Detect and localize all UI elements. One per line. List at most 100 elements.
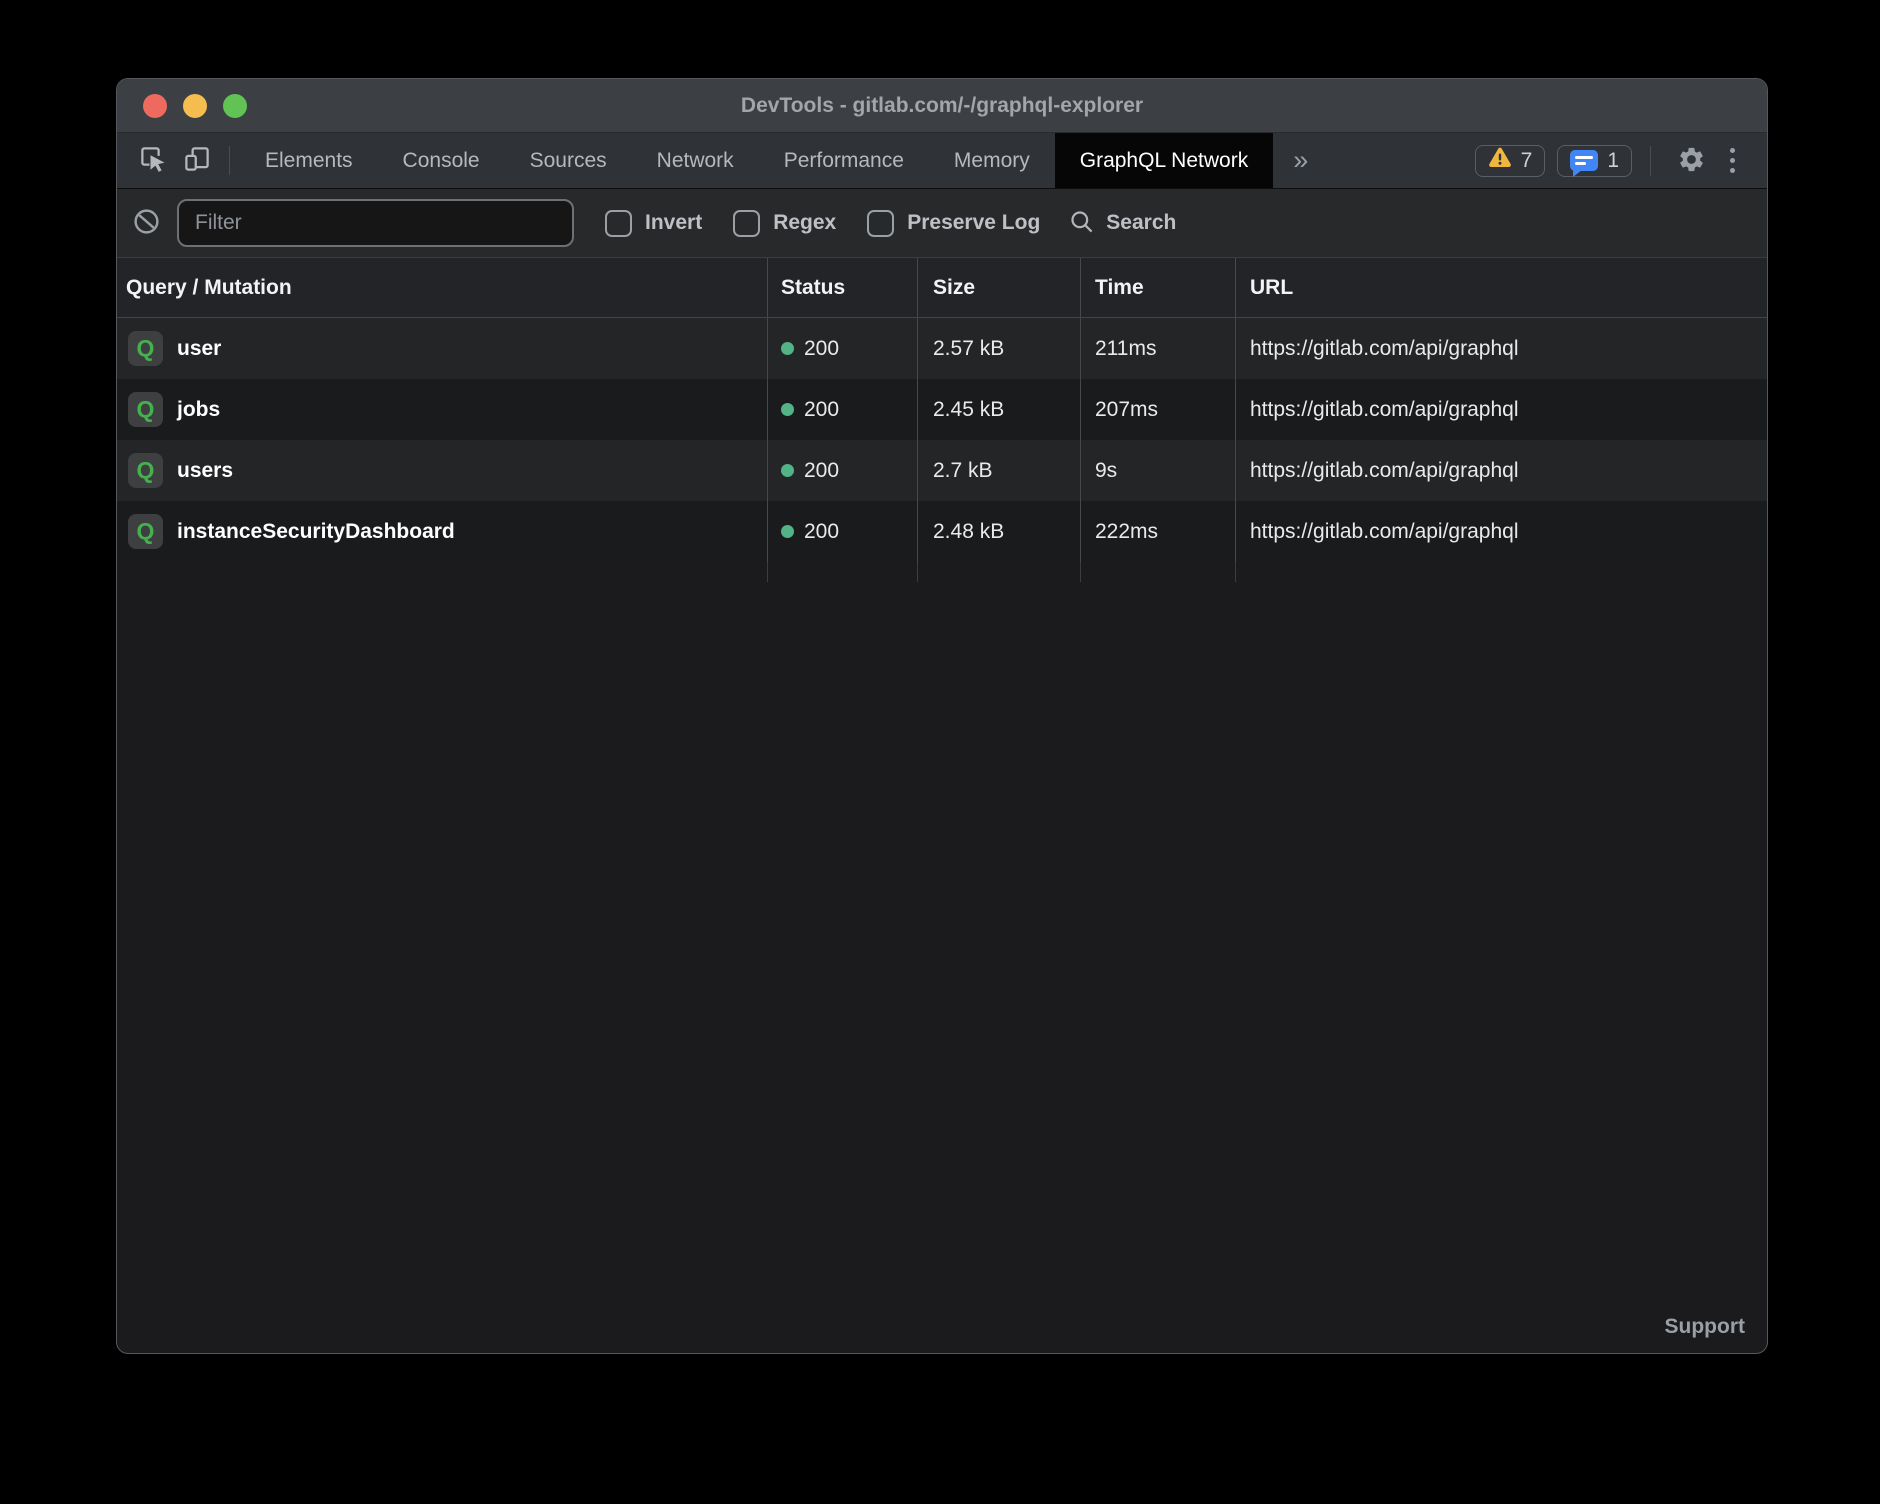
device-toolbar-icon: [182, 144, 212, 177]
filter-input[interactable]: [177, 199, 574, 247]
table-row[interactable]: Qjobs 200 2.45 kB207mshttps://gitlab.com/a…: [117, 379, 1767, 440]
status-code: 200: [804, 520, 839, 544]
time-cell: 222ms: [1081, 501, 1236, 562]
query-type-badge: Q: [128, 392, 163, 427]
status-code: 200: [804, 459, 839, 483]
query-cell: Qjobs: [117, 379, 768, 440]
size-cell: 2.48 kB: [918, 501, 1081, 562]
query-type-badge: Q: [128, 514, 163, 549]
query-name: users: [177, 459, 233, 483]
warning-icon: [1488, 147, 1512, 175]
status-ok-dot: [781, 525, 794, 538]
url-cell: https://gitlab.com/api/graphql: [1236, 501, 1767, 562]
column-header-size: Size: [918, 258, 1081, 317]
tab-memory[interactable]: Memory: [929, 133, 1055, 188]
zoom-window-button[interactable]: [223, 94, 247, 118]
status-ok-dot: [781, 342, 794, 355]
search-button[interactable]: Search: [1068, 208, 1176, 238]
invert-checkbox[interactable]: [605, 210, 632, 237]
kebab-menu-icon: [1730, 148, 1735, 173]
status-code: 200: [804, 337, 839, 361]
invert-label[interactable]: Invert: [645, 211, 702, 235]
empty-panel-area: Support: [117, 582, 1767, 1353]
gear-icon: [1677, 145, 1706, 177]
titlebar: DevTools - gitlab.com/-/graphql-explorer: [117, 79, 1767, 133]
status-ok-dot: [781, 403, 794, 416]
tab-sources[interactable]: Sources: [505, 133, 632, 188]
search-icon: [1068, 208, 1095, 238]
invert-filter-group: Invert: [605, 210, 702, 237]
issues-count: 1: [1607, 149, 1619, 173]
query-name: instanceSecurityDashboard: [177, 520, 455, 544]
tab-console[interactable]: Console: [378, 133, 505, 188]
close-window-button[interactable]: [143, 94, 167, 118]
device-toolbar-button[interactable]: [175, 133, 219, 188]
tab-performance[interactable]: Performance: [759, 133, 929, 188]
table-header: Query / Mutation Status Size Time URL: [117, 258, 1767, 318]
requests-table: Query / Mutation Status Size Time URL Qu…: [117, 258, 1767, 1353]
preserve-log-checkbox[interactable]: [867, 210, 894, 237]
status-ok-dot: [781, 464, 794, 477]
query-name: jobs: [177, 398, 220, 422]
minimize-window-button[interactable]: [183, 94, 207, 118]
window-title: DevTools - gitlab.com/-/graphql-explorer: [741, 94, 1143, 118]
status-cell: 200: [768, 501, 918, 562]
devtools-tabbar: ElementsConsoleSourcesNetworkPerformance…: [117, 133, 1767, 189]
column-header-time: Time: [1081, 258, 1236, 317]
inspect-cursor-icon: [138, 144, 168, 177]
status-cell: 200: [768, 440, 918, 501]
clear-requests-button[interactable]: [130, 207, 162, 239]
time-cell: 207ms: [1081, 379, 1236, 440]
settings-button[interactable]: [1665, 145, 1718, 177]
table-body: Quser2002.57 kB211mshttps://gitlab.com/a…: [117, 318, 1767, 562]
network-filter-bar: Invert Regex Preserve Log Search: [117, 189, 1767, 258]
url-cell: https://gitlab.com/api/graphql: [1236, 440, 1767, 501]
tab-graphql-network[interactable]: GraphQL Network: [1055, 133, 1273, 188]
preserve-log-label[interactable]: Preserve Log: [907, 211, 1040, 235]
query-cell: Qusers: [117, 440, 768, 501]
size-cell: 2.45 kB: [918, 379, 1081, 440]
status-cell: 200: [768, 379, 918, 440]
traffic-lights: [143, 79, 247, 132]
query-type-badge: Q: [128, 453, 163, 488]
tab-elements[interactable]: Elements: [240, 133, 378, 188]
query-cell: Quser: [117, 318, 768, 379]
table-row[interactable]: Quser 200 2.57 kB211mshttps://gitlab.com/a…: [117, 318, 1767, 379]
devtools-menu-button[interactable]: [1718, 148, 1747, 173]
status-cell: 200: [768, 318, 918, 379]
size-cell: 2.57 kB: [918, 318, 1081, 379]
tab-network[interactable]: Network: [632, 133, 759, 188]
table-row[interactable]: QinstanceSecurityDashboard 200 2.48 kB222m…: [117, 501, 1767, 562]
time-cell: 211ms: [1081, 318, 1236, 379]
block-icon: [132, 207, 161, 239]
support-link[interactable]: Support: [1665, 1315, 1745, 1339]
size-cell: 2.7 kB: [918, 440, 1081, 501]
tabbar-divider: [1650, 146, 1651, 176]
more-tabs-button[interactable]: »: [1273, 133, 1328, 188]
column-header-status: Status: [768, 258, 918, 317]
inspect-element-button[interactable]: [131, 133, 175, 188]
status-code: 200: [804, 398, 839, 422]
url-cell: https://gitlab.com/api/graphql: [1236, 379, 1767, 440]
regex-label[interactable]: Regex: [773, 211, 836, 235]
tabbar-right-controls: 7 1: [1463, 133, 1767, 188]
panel-tabs: ElementsConsoleSourcesNetworkPerformance…: [240, 133, 1273, 188]
regex-filter-group: Regex: [733, 210, 836, 237]
table-row[interactable]: Qusers 200 2.7 kB9shttps://gitlab.com/api/…: [117, 440, 1767, 501]
search-label: Search: [1106, 211, 1176, 235]
console-warnings-button[interactable]: 7: [1475, 145, 1546, 177]
column-header-url: URL: [1236, 258, 1767, 317]
query-name: user: [177, 337, 221, 361]
preserve-log-group: Preserve Log: [867, 210, 1040, 237]
url-cell: https://gitlab.com/api/graphql: [1236, 318, 1767, 379]
time-cell: 9s: [1081, 440, 1236, 501]
query-cell: QinstanceSecurityDashboard: [117, 501, 768, 562]
message-icon: [1570, 150, 1598, 171]
query-type-badge: Q: [128, 331, 163, 366]
toolbar-divider: [229, 146, 230, 175]
column-separator-stub: [117, 562, 1767, 582]
warnings-count: 7: [1521, 149, 1533, 173]
regex-checkbox[interactable]: [733, 210, 760, 237]
column-header-query: Query / Mutation: [117, 258, 768, 317]
issues-button[interactable]: 1: [1557, 145, 1632, 177]
